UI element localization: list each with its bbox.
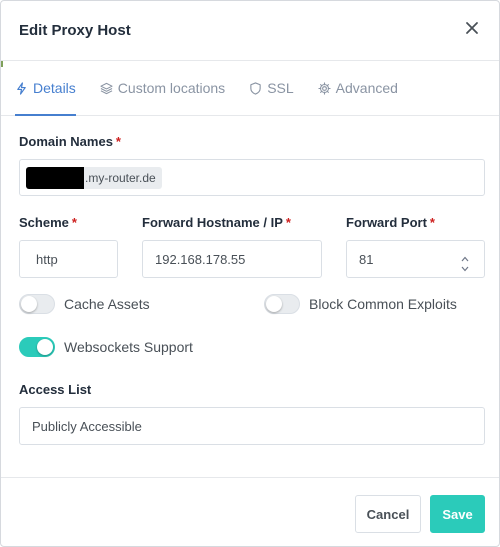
modal-header: Edit Proxy Host (1, 1, 499, 61)
block-exploits-label: Block Common Exploits (309, 296, 457, 312)
websockets-switch[interactable] (19, 337, 55, 357)
switch-knob (37, 339, 53, 355)
forward-host-value: 192.168.178.55 (155, 251, 246, 267)
tab-custom-locations[interactable]: Custom locations (100, 61, 225, 115)
forward-port-value: 81 (359, 251, 374, 267)
stepper-down-icon[interactable] (460, 261, 470, 272)
shield-icon (250, 81, 261, 95)
access-list-label-text: Access List (19, 382, 92, 397)
domain-chip-text: .my-router.de (85, 170, 156, 185)
domain-names-input[interactable]: .my-router.de (19, 159, 485, 196)
gear-icon (318, 81, 331, 95)
tab-ssl[interactable]: SSL (249, 61, 294, 115)
tab-bar: Details Custom locations SSL Advanced (1, 61, 499, 116)
modal-footer: Cancel Save (1, 477, 499, 546)
modal-title: Edit Proxy Host (19, 22, 131, 39)
cache-assets-switch[interactable] (19, 294, 55, 314)
domain-names-label-text: Domain Names (19, 134, 113, 149)
websockets-toggle-row[interactable]: Websockets Support (19, 337, 193, 357)
block-exploits-toggle-row[interactable]: Block Common Exploits (264, 294, 457, 314)
scheme-select[interactable]: http (19, 240, 118, 278)
forward-port-input[interactable]: 81 (346, 240, 485, 278)
switch-knob (266, 296, 282, 312)
required-mark: * (429, 215, 435, 230)
layers-icon (100, 82, 113, 94)
cache-assets-label: Cache Assets (64, 296, 150, 312)
save-button[interactable]: Save (430, 495, 485, 533)
tab-advanced[interactable]: Advanced (318, 61, 398, 115)
domain-names-label: Domain Names * (19, 134, 121, 149)
forward-port-label: Forward Port * (346, 215, 435, 230)
cache-assets-toggle-row[interactable]: Cache Assets (19, 294, 150, 314)
cancel-button[interactable]: Cancel (355, 495, 421, 533)
scheme-value: http (36, 251, 58, 267)
redacted-subdomain (26, 166, 84, 189)
websockets-label: Websockets Support (64, 339, 193, 355)
forward-host-label-text: Forward Hostname / IP (142, 215, 283, 230)
scheme-label-text: Scheme (19, 215, 69, 230)
stepper-up-icon[interactable] (460, 251, 470, 262)
access-list-select[interactable]: Publicly Accessible (19, 407, 485, 445)
tab-ssl-label: SSL (267, 80, 294, 96)
forward-port-label-text: Forward Port (346, 215, 427, 230)
domain-chip[interactable]: .my-router.de (26, 166, 162, 189)
forward-host-label: Forward Hostname / IP * (142, 215, 291, 230)
scheme-label: Scheme * (19, 215, 77, 230)
block-exploits-switch[interactable] (264, 294, 300, 314)
switch-knob (21, 296, 37, 312)
access-list-value: Publicly Accessible (32, 418, 142, 434)
edit-proxy-host-modal: Edit Proxy Host Details Custom locations… (0, 0, 500, 547)
close-icon[interactable] (465, 21, 479, 35)
tab-custom-locations-label: Custom locations (117, 80, 226, 96)
tab-advanced-label: Advanced (335, 80, 398, 96)
access-list-label: Access List (19, 382, 91, 397)
tab-details[interactable]: Details (15, 61, 76, 116)
forward-host-input[interactable]: 192.168.178.55 (142, 240, 322, 278)
required-mark: * (285, 215, 291, 230)
port-stepper[interactable] (460, 251, 470, 272)
bolt-icon (17, 81, 26, 95)
tab-details-label: Details (33, 80, 76, 96)
required-mark: * (71, 215, 77, 230)
required-mark: * (115, 134, 121, 149)
